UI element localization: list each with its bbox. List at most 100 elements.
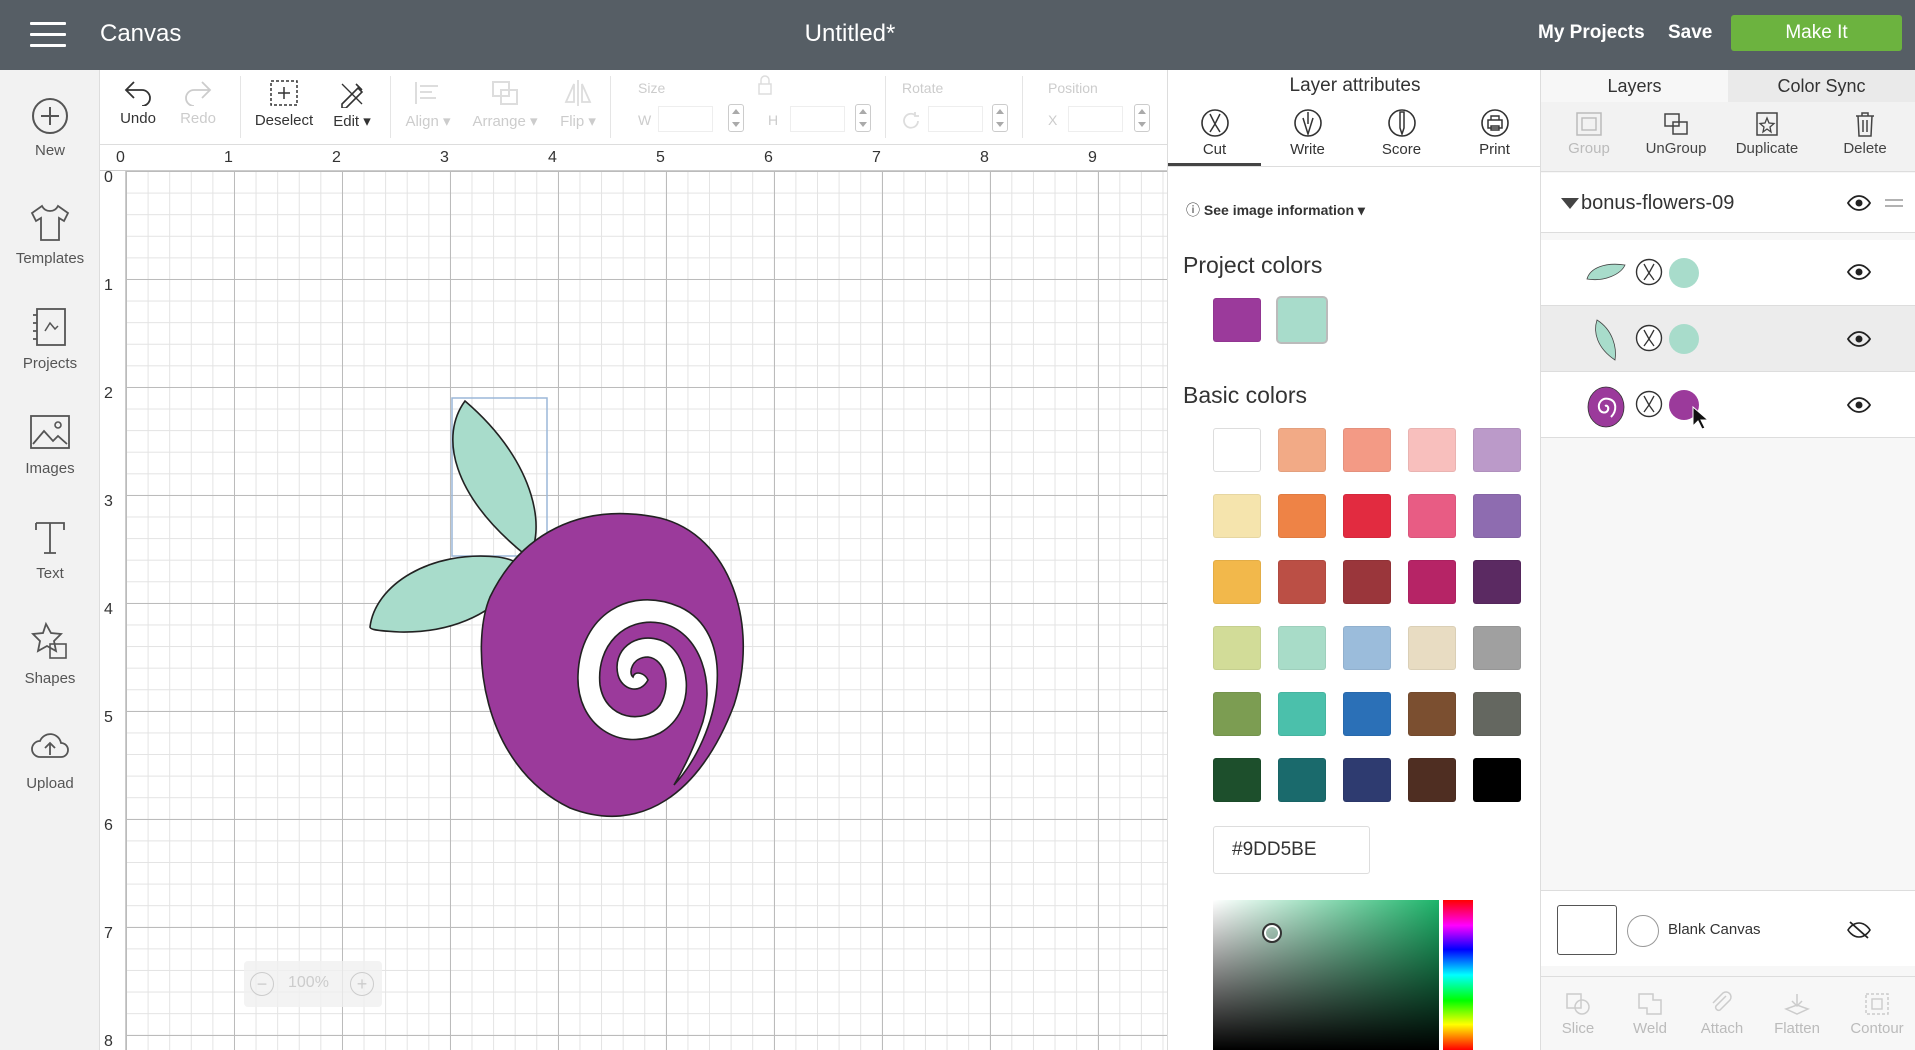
basic-color-swatch[interactable] (1343, 626, 1391, 670)
basic-color-swatch[interactable] (1473, 560, 1521, 604)
basic-color-swatch[interactable] (1213, 428, 1261, 472)
design-canvas[interactable]: 0123456789 012345678 − 100% + (100, 145, 1167, 1050)
make-it-button[interactable]: Make It (1731, 15, 1902, 51)
basic-color-swatch[interactable] (1213, 560, 1261, 604)
layer-row-leaf-vertical[interactable] (1541, 306, 1915, 372)
basic-color-swatch[interactable] (1278, 626, 1326, 670)
basic-color-swatch[interactable] (1343, 560, 1391, 604)
basic-color-swatch[interactable] (1343, 758, 1391, 802)
width-stepper[interactable] (728, 104, 744, 132)
color-picker-handle[interactable] (1262, 923, 1282, 943)
rotate-field[interactable] (928, 106, 983, 132)
basic-color-swatch[interactable] (1213, 692, 1261, 736)
width-field[interactable] (658, 106, 713, 132)
basic-color-swatch[interactable] (1408, 428, 1456, 472)
basic-color-swatch[interactable] (1213, 494, 1261, 538)
see-image-information-toggle[interactable]: ⓘ See image information ▾ (1186, 200, 1365, 220)
x-field[interactable] (1068, 106, 1123, 132)
x-stepper[interactable] (1134, 104, 1150, 132)
basic-color-swatch[interactable] (1408, 626, 1456, 670)
basic-color-swatch[interactable] (1473, 758, 1521, 802)
align-button[interactable]: Align ▾ (402, 78, 454, 130)
sidebar-item-text[interactable]: Text (0, 515, 100, 582)
basic-color-swatch[interactable] (1473, 428, 1521, 472)
tab-cut[interactable]: Cut (1168, 108, 1261, 166)
sidebar-item-new[interactable]: New (0, 96, 100, 159)
height-stepper[interactable] (855, 104, 871, 132)
duplicate-button[interactable]: Duplicate (1731, 110, 1803, 157)
basic-color-swatch[interactable] (1408, 692, 1456, 736)
layer-color-dot[interactable] (1668, 323, 1700, 355)
cut-blade-icon[interactable] (1635, 324, 1663, 352)
basic-color-swatch[interactable] (1343, 494, 1391, 538)
drag-handle-icon[interactable] (1885, 198, 1903, 208)
undo-button[interactable]: Undo (118, 78, 158, 127)
zoom-in-button[interactable]: + (350, 972, 374, 996)
height-field[interactable] (790, 106, 845, 132)
tab-layers[interactable]: Layers (1541, 70, 1728, 102)
blank-canvas-row[interactable]: Blank Canvas (1541, 890, 1915, 966)
eye-hidden-icon[interactable] (1847, 921, 1871, 939)
collapse-caret-icon[interactable] (1561, 198, 1579, 209)
sidebar-item-upload[interactable]: Upload (0, 725, 100, 792)
edit-menu-button[interactable]: Edit ▾ (326, 78, 378, 130)
redo-button[interactable]: Redo (178, 78, 218, 127)
lock-icon[interactable] (756, 74, 774, 96)
cut-blade-icon[interactable] (1635, 390, 1663, 418)
basic-color-swatch[interactable] (1473, 626, 1521, 670)
tab-write[interactable]: Write (1261, 108, 1354, 166)
rotate-stepper[interactable] (992, 104, 1008, 132)
color-picker-area[interactable] (1213, 900, 1439, 1050)
deselect-button[interactable]: Deselect (252, 78, 316, 129)
tab-print[interactable]: Print (1448, 108, 1541, 166)
my-projects-link[interactable]: My Projects (1538, 22, 1645, 44)
layer-row-rose[interactable] (1541, 372, 1915, 438)
basic-color-swatch[interactable] (1473, 494, 1521, 538)
ungroup-button[interactable]: UnGroup (1621, 110, 1731, 157)
leaf-vertical-shape[interactable] (452, 399, 537, 559)
project-color-swatch[interactable] (1278, 298, 1326, 342)
arrange-button[interactable]: Arrange ▾ (470, 78, 540, 130)
cut-blade-icon[interactable] (1635, 258, 1663, 286)
layer-row-leaf-horizontal[interactable] (1541, 240, 1915, 306)
sidebar-item-shapes[interactable]: Shapes (0, 620, 100, 687)
basic-color-swatch[interactable] (1278, 494, 1326, 538)
sidebar-item-projects[interactable]: Projects (0, 305, 100, 372)
flip-button[interactable]: Flip ▾ (556, 78, 600, 130)
basic-color-swatch[interactable] (1408, 560, 1456, 604)
eye-icon[interactable] (1847, 264, 1871, 280)
layer-group-row[interactable]: bonus-flowers-09 (1541, 173, 1915, 233)
attach-button[interactable]: Attach (1691, 991, 1753, 1037)
zoom-out-button[interactable]: − (250, 972, 274, 996)
tab-color-sync[interactable]: Color Sync (1728, 70, 1915, 102)
blank-canvas-color-dot[interactable] (1627, 915, 1659, 947)
basic-color-swatch[interactable] (1408, 494, 1456, 538)
hex-color-input[interactable] (1213, 826, 1370, 874)
basic-color-swatch[interactable] (1473, 692, 1521, 736)
basic-color-swatch[interactable] (1278, 428, 1326, 472)
eye-icon[interactable] (1847, 331, 1871, 347)
document-title[interactable]: Untitled* (0, 20, 1700, 48)
flatten-button[interactable]: Flatten (1763, 991, 1831, 1037)
slice-button[interactable]: Slice (1547, 991, 1609, 1037)
basic-color-swatch[interactable] (1278, 758, 1326, 802)
contour-button[interactable]: Contour (1841, 991, 1913, 1037)
basic-color-swatch[interactable] (1343, 692, 1391, 736)
basic-color-swatch[interactable] (1343, 428, 1391, 472)
eye-icon[interactable] (1847, 397, 1871, 413)
basic-color-swatch[interactable] (1278, 560, 1326, 604)
sidebar-item-templates[interactable]: Templates (0, 200, 100, 267)
delete-button[interactable]: Delete (1827, 110, 1903, 157)
tab-score[interactable]: Score (1355, 108, 1448, 166)
hue-slider[interactable] (1443, 900, 1473, 1050)
sidebar-item-images[interactable]: Images (0, 410, 100, 477)
basic-color-swatch[interactable] (1408, 758, 1456, 802)
project-color-swatch[interactable] (1213, 298, 1261, 342)
basic-color-swatch[interactable] (1213, 626, 1261, 670)
basic-color-swatch[interactable] (1278, 692, 1326, 736)
layer-color-dot[interactable] (1668, 257, 1700, 289)
weld-button[interactable]: Weld (1619, 991, 1681, 1037)
basic-color-swatch[interactable] (1213, 758, 1261, 802)
group-button[interactable]: Group (1555, 110, 1623, 157)
eye-icon[interactable] (1847, 195, 1871, 211)
